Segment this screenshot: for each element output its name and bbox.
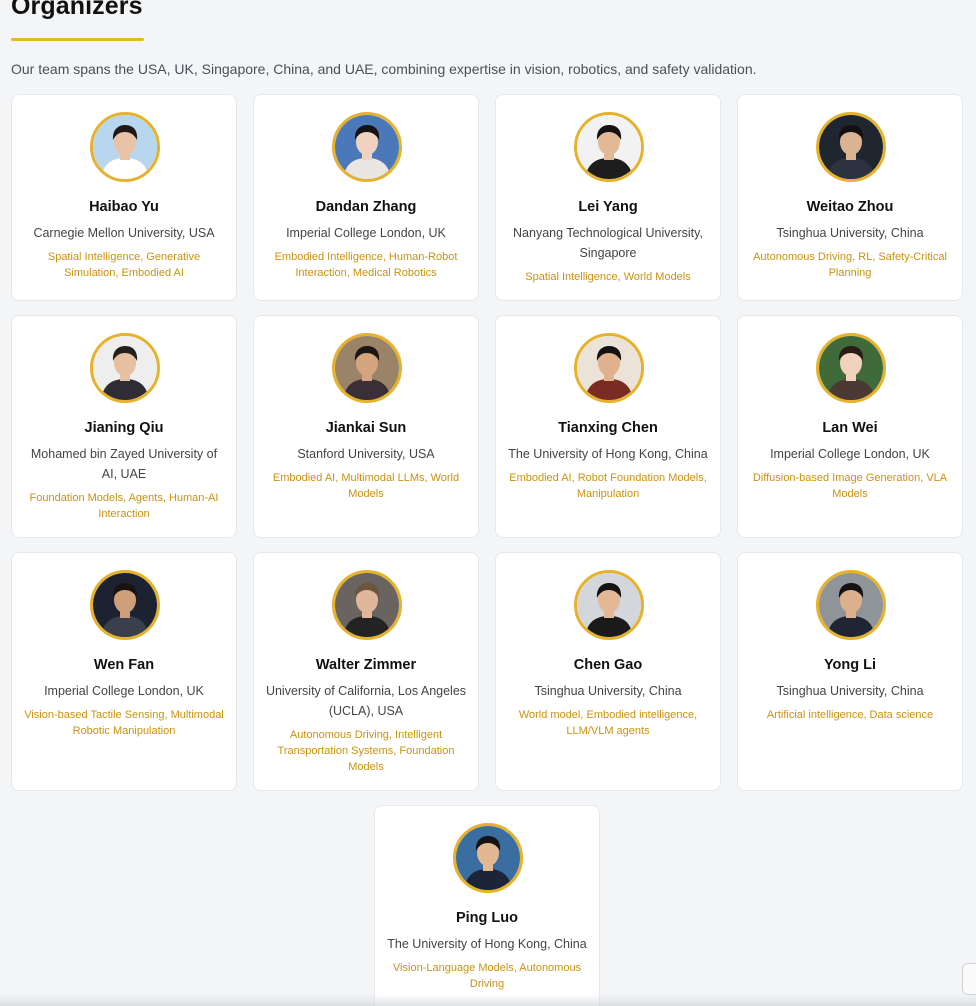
organizer-research-topics: World model, Embodied intelligence, LLM/…	[518, 709, 698, 737]
organizer-photo	[816, 333, 886, 403]
organizer-affiliation: Tsinghua University, China	[776, 684, 924, 698]
organizer-photo	[90, 112, 160, 182]
organizer-research-topics: Autonomous Driving, Intelligent Transpor…	[277, 729, 455, 773]
organizer-research-topics: Embodied Intelligence, Human-Robot Inter…	[274, 251, 458, 279]
organizer-affiliation: Imperial College London, UK	[770, 447, 930, 461]
organizer-affiliation: Nanyang Technological University, Singap…	[513, 226, 703, 260]
organizer-affiliation: Mohamed bin Zayed University of AI, UAE	[30, 447, 218, 481]
organizer-card: Dandan Zhang Imperial College London, UK…	[253, 94, 479, 301]
organizer-name: Jiankai Sun	[325, 420, 407, 436]
organizer-photo	[332, 112, 402, 182]
organizer-name: Jianing Qiu	[84, 420, 164, 436]
scroll-handle[interactable]	[962, 963, 976, 995]
organizer-research-topics: Autonomous Driving, RL, Safety-Critical …	[753, 251, 947, 279]
organizer-research-topics: Vision-based Tactile Sensing, Multimodal…	[24, 709, 224, 737]
organizer-affiliation: Imperial College London, UK	[44, 684, 204, 698]
organizer-photo	[574, 570, 644, 640]
organizer-card: Chen Gao Tsinghua University, China Worl…	[495, 552, 721, 791]
section-title: Organizers	[11, 0, 143, 20]
organizer-research-topics: Embodied AI, Multimodal LLMs, World Mode…	[272, 472, 460, 500]
organizer-affiliation: The University of Hong Kong, China	[508, 447, 708, 461]
page-bottom-fade	[0, 994, 976, 1006]
organizer-name: Lan Wei	[822, 420, 878, 436]
organizer-research-topics: Vision-Language Models, Autonomous Drivi…	[392, 962, 582, 990]
organizer-card: Tianxing Chen The University of Hong Kon…	[495, 315, 721, 538]
organizer-name: Dandan Zhang	[315, 199, 417, 215]
organizers-page: Organizers Our team spans the USA, UK, S…	[0, 0, 976, 1006]
organizer-photo	[816, 570, 886, 640]
organizer-card: Haibao Yu Carnegie Mellon University, US…	[11, 94, 237, 301]
organizer-photo	[574, 112, 644, 182]
organizer-photo	[816, 112, 886, 182]
organizer-card: Jianing Qiu Mohamed bin Zayed University…	[11, 315, 237, 538]
organizer-name: Tianxing Chen	[558, 420, 658, 436]
organizer-affiliation: Imperial College London, UK	[286, 226, 446, 240]
organizer-affiliation: University of California, Los Angeles (U…	[265, 684, 467, 718]
organizer-photo	[453, 823, 523, 893]
organizer-name: Yong Li	[823, 657, 877, 673]
organizer-affiliation: Carnegie Mellon University, USA	[33, 226, 215, 240]
organizer-card: Weitao Zhou Tsinghua University, China A…	[737, 94, 963, 301]
organizer-card: Yong Li Tsinghua University, China Artif…	[737, 552, 963, 791]
organizer-research-topics: Foundation Models, Agents, Human-AI Inte…	[29, 492, 219, 520]
organizer-card: Jiankai Sun Stanford University, USA Emb…	[253, 315, 479, 538]
organizer-research-topics: Embodied AI, Robot Foundation Models, Ma…	[509, 472, 707, 500]
organizer-name: Chen Gao	[573, 657, 643, 673]
organizer-name: Wen Fan	[93, 657, 155, 673]
organizer-card: Lei Yang Nanyang Technological Universit…	[495, 94, 721, 301]
organizer-name: Ping Luo	[455, 910, 518, 926]
organizer-photo	[90, 570, 160, 640]
organizer-research-topics: Artificial intelligence, Data science	[766, 709, 934, 721]
organizer-name: Lei Yang	[578, 199, 638, 215]
organizer-research-topics: Diffusion-based Image Generation, VLA Mo…	[752, 472, 948, 500]
organizer-card: Ping Luo The University of Hong Kong, Ch…	[374, 805, 600, 1006]
organizer-photo	[90, 333, 160, 403]
organizer-name: Walter Zimmer	[315, 657, 417, 673]
organizer-card: Walter Zimmer University of California, …	[253, 552, 479, 791]
organizer-affiliation: Stanford University, USA	[297, 447, 435, 461]
organizer-name: Weitao Zhou	[806, 199, 894, 215]
organizer-affiliation: Tsinghua University, China	[776, 226, 924, 240]
organizer-card: Lan Wei Imperial College London, UK Diff…	[737, 315, 963, 538]
organizer-affiliation: Tsinghua University, China	[534, 684, 682, 698]
organizer-photo	[574, 333, 644, 403]
section-intro: Our team spans the USA, UK, Singapore, C…	[11, 61, 757, 77]
organizer-affiliation: The University of Hong Kong, China	[387, 937, 587, 951]
organizer-name: Haibao Yu	[89, 199, 159, 215]
organizer-card: Wen Fan Imperial College London, UK Visi…	[11, 552, 237, 791]
organizer-photo	[332, 570, 402, 640]
title-underline	[11, 38, 144, 41]
organizer-research-topics: Spatial Intelligence, World Models	[525, 271, 691, 283]
organizer-research-topics: Spatial Intelligence, Generative Simulat…	[47, 251, 201, 279]
organizer-photo	[332, 333, 402, 403]
